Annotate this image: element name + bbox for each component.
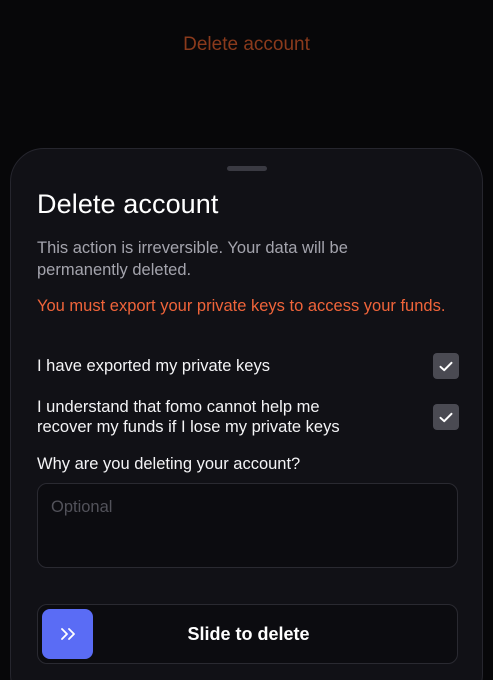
check-icon xyxy=(439,361,453,371)
reason-textarea[interactable] xyxy=(37,483,458,568)
checkbox-label: I understand that fomo cannot help me re… xyxy=(37,398,340,436)
sheet-title: Delete account xyxy=(37,189,219,219)
slider-label: Slide to delete xyxy=(187,624,310,644)
irreversible-description: This action is irreversible. Your data w… xyxy=(37,239,348,279)
slide-to-delete-slider[interactable]: Slide to delete xyxy=(37,604,458,664)
reason-label: Why are you deleting your account? xyxy=(37,455,301,473)
understand-checkbox-row[interactable]: I understand that fomo cannot help me re… xyxy=(37,397,459,437)
delete-account-screen: Delete account Delete account This actio… xyxy=(0,0,493,680)
background-page-title: Delete account xyxy=(183,34,310,55)
double-chevron-right-icon xyxy=(60,628,75,640)
delete-account-sheet: Delete account This action is irreversib… xyxy=(10,148,483,680)
checkbox-label: I have exported my private keys xyxy=(37,357,270,375)
sheet-drag-handle[interactable] xyxy=(227,166,267,171)
slider-knob[interactable] xyxy=(42,609,93,659)
exported-keys-checkbox[interactable] xyxy=(433,353,459,379)
check-icon xyxy=(439,412,453,422)
export-keys-warning: You must export your private keys to acc… xyxy=(37,297,446,315)
exported-keys-checkbox-row[interactable]: I have exported my private keys xyxy=(37,353,459,379)
understand-checkbox[interactable] xyxy=(433,404,459,430)
